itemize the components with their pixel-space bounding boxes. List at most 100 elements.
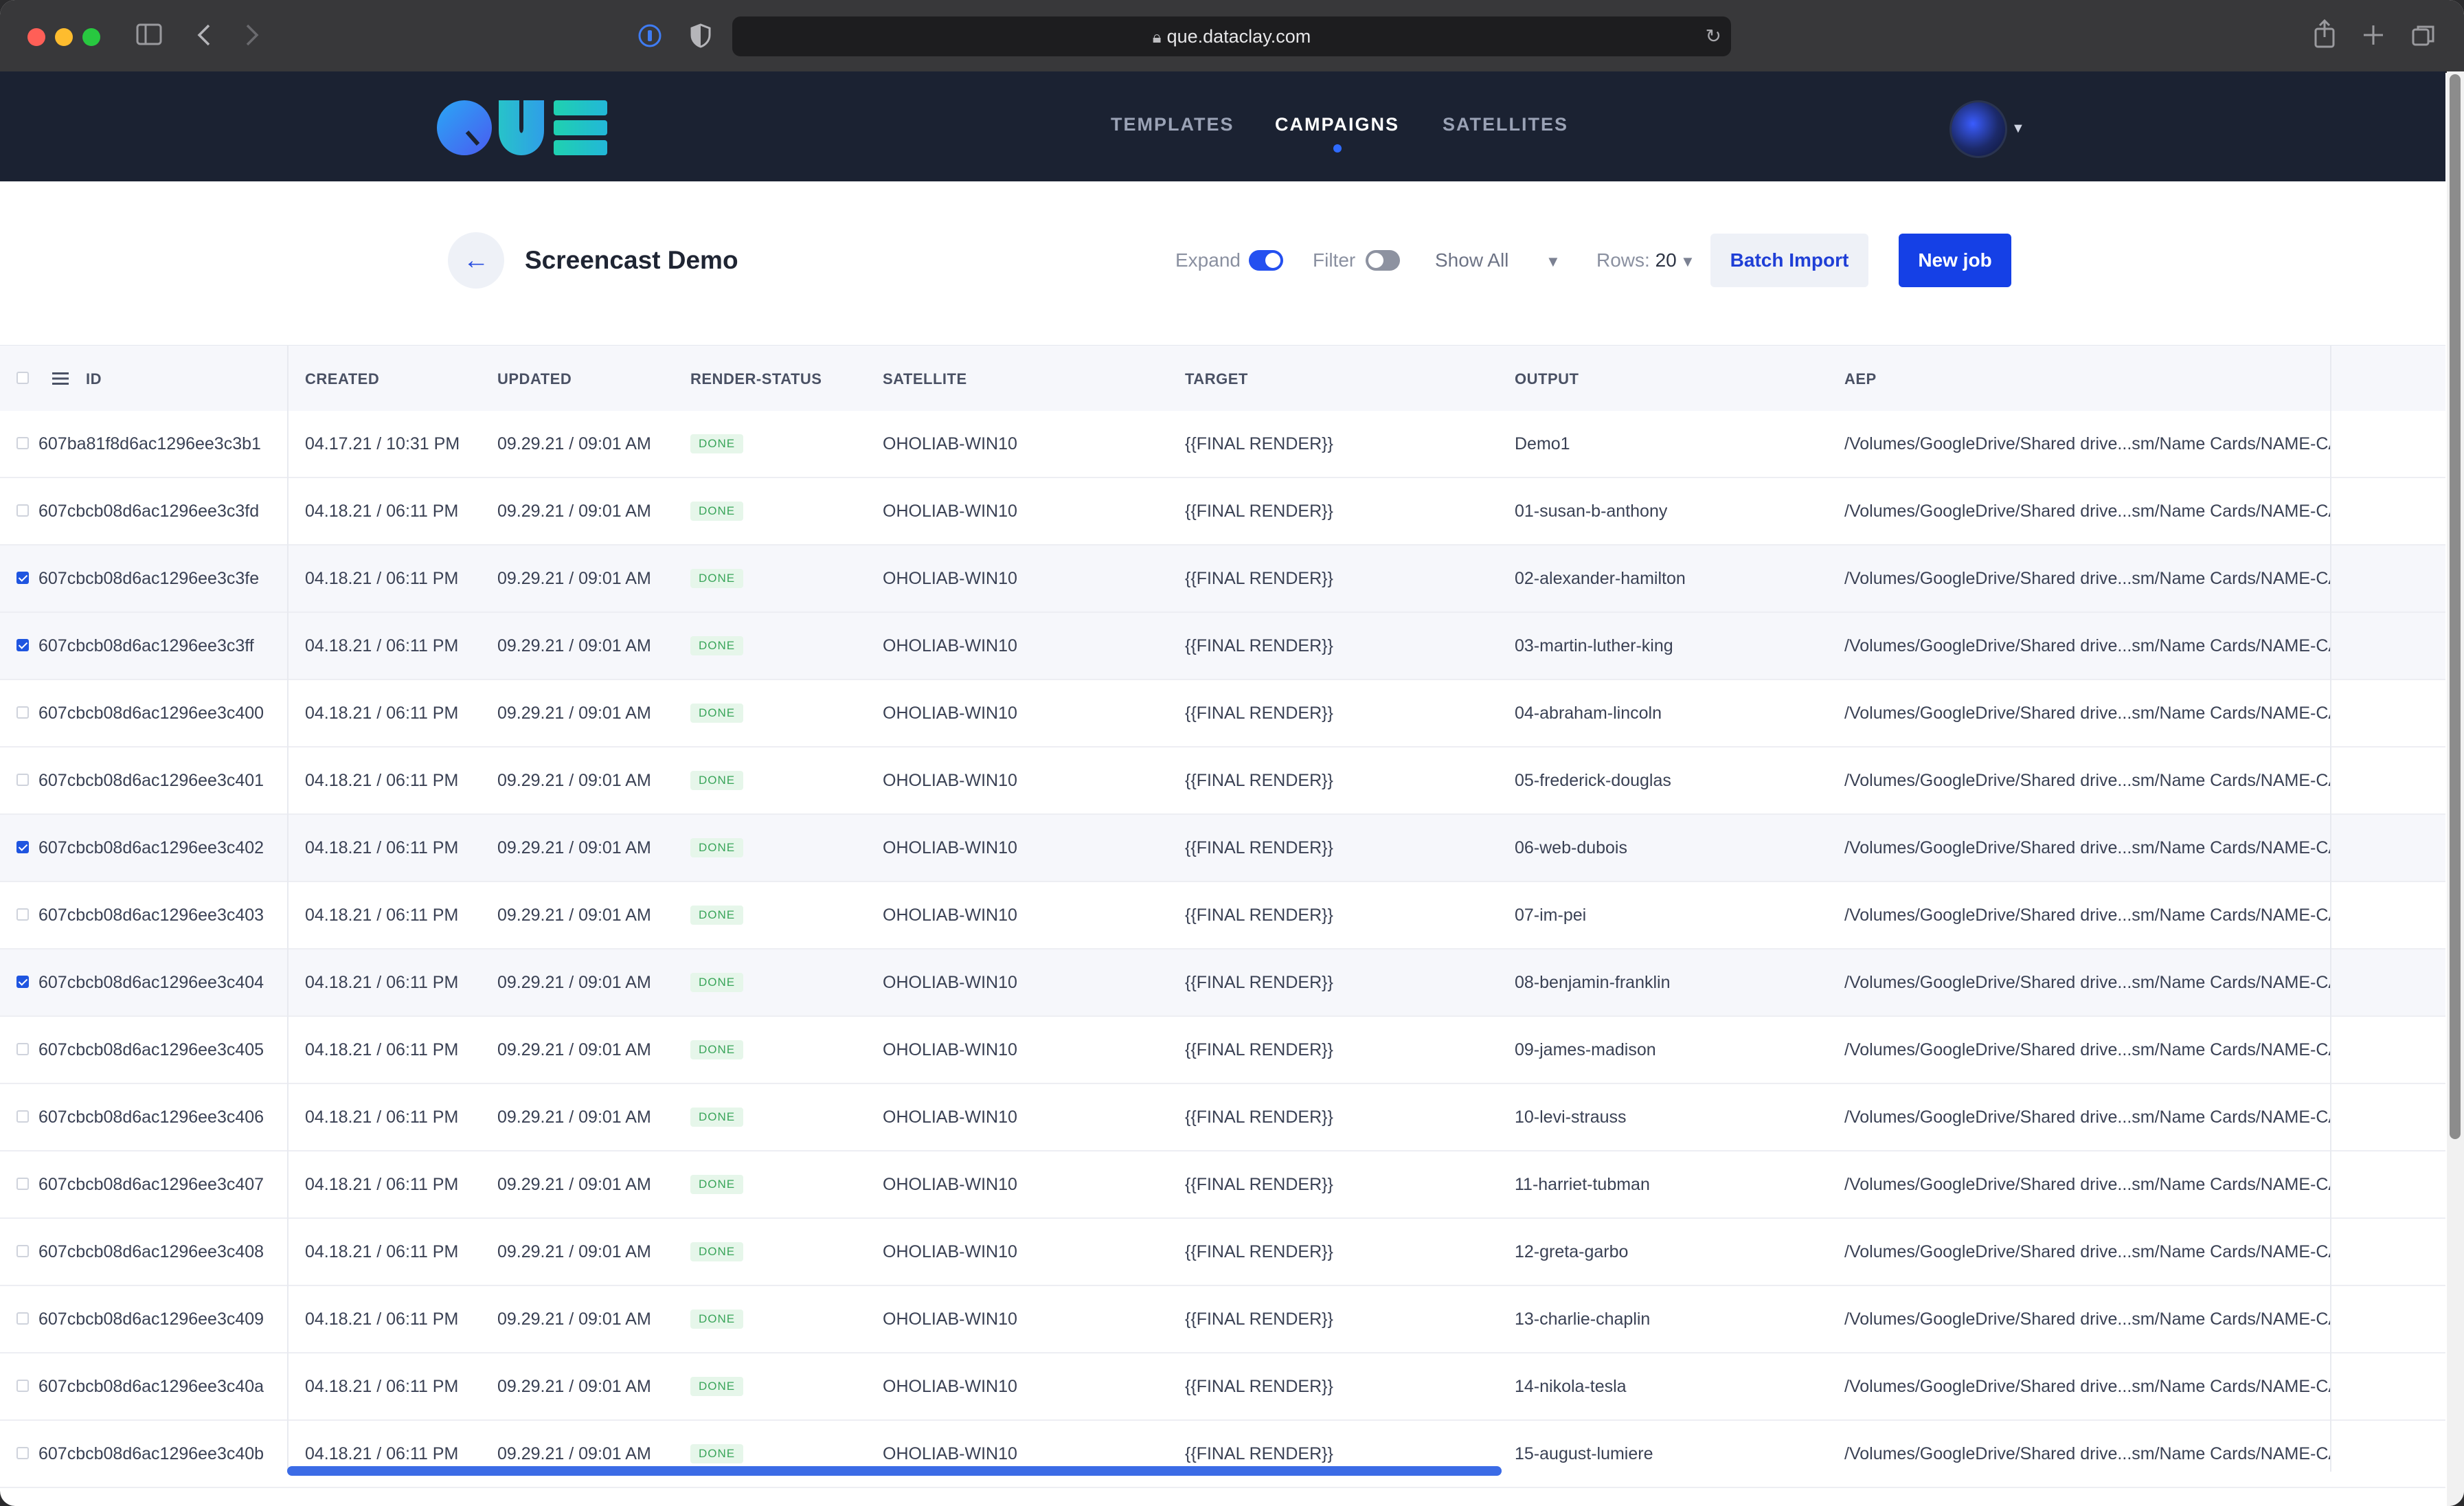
row-checkbox[interactable] [16, 1178, 29, 1190]
row-checkbox[interactable] [16, 1043, 29, 1055]
table-row[interactable]: 607ba81f8d6ac1296ee3c3b1 04.17.21 / 10:31… [0, 411, 2445, 478]
que-logo[interactable] [437, 99, 609, 157]
address-bar[interactable]: 🔒︎ que.dataclay.com ↻ [732, 16, 1731, 56]
nav-templates-label: TEMPLATES [1111, 114, 1234, 135]
row-checkbox[interactable] [16, 1380, 29, 1392]
row-checkbox[interactable] [16, 706, 29, 719]
sidebar-icon[interactable] [136, 23, 162, 45]
table-row[interactable]: 607cbcb08d6ac1296ee3c406 04.18.21 / 06:11… [0, 1084, 2445, 1151]
back-button[interactable]: ← [448, 232, 504, 289]
table-row[interactable]: 607cbcb08d6ac1296ee3c404 04.18.21 / 06:11… [0, 949, 2445, 1017]
nav-templates[interactable]: TEMPLATES [1111, 114, 1234, 135]
column-header-id[interactable]: ID [86, 370, 102, 388]
close-window-button[interactable] [27, 28, 45, 46]
rows-chevron-down-icon[interactable]: ▼ [1680, 253, 1695, 271]
table-row[interactable]: 607cbcb08d6ac1296ee3c405 04.18.21 / 06:11… [0, 1017, 2445, 1084]
table-row[interactable]: 607cbcb08d6ac1296ee3c402 04.18.21 / 06:11… [0, 815, 2445, 882]
table-row[interactable]: 607cbcb08d6ac1296ee3c409 04.18.21 / 06:11… [0, 1286, 2445, 1353]
status-badge: DONE [690, 1040, 744, 1059]
user-menu-caret-icon[interactable]: ▼ [2011, 121, 2025, 137]
cell-aep: /Volumes/GoogleDrive/Shared drive...sm/N… [1844, 636, 2330, 655]
vertical-scrollbar-thumb[interactable] [2450, 74, 2461, 1139]
new-job-button[interactable]: New job [1899, 234, 2011, 287]
show-select-chevron-down-icon[interactable]: ▼ [1546, 253, 1561, 271]
cell-output: 11-harriet-tubman [1515, 1175, 1650, 1194]
cell-target: {{FINAL RENDER}} [1185, 1377, 1333, 1396]
nav-campaigns[interactable]: CAMPAIGNS [1275, 114, 1400, 153]
column-header-output[interactable]: OUTPUT [1515, 370, 1579, 388]
batch-import-button[interactable]: Batch Import [1710, 234, 1868, 287]
cell-updated: 09.29.21 / 09:01 AM [497, 434, 651, 453]
cell-output: 02-alexander-hamilton [1515, 569, 1686, 588]
shield-icon[interactable] [690, 23, 712, 48]
horizontal-scrollbar[interactable] [287, 1466, 2330, 1477]
row-checkbox[interactable] [16, 1312, 29, 1325]
pinned-column-divider [287, 345, 289, 1472]
row-checkbox[interactable] [16, 976, 29, 988]
row-checkbox[interactable] [16, 504, 29, 517]
cell-satellite: OHOLIAB-WIN10 [883, 1242, 1017, 1261]
show-select[interactable]: Show All [1435, 249, 1508, 271]
horizontal-scrollbar-thumb[interactable] [287, 1466, 1502, 1476]
column-header-created[interactable]: CREATED [305, 370, 379, 388]
new-tab-icon[interactable] [2362, 23, 2385, 47]
row-checkbox[interactable] [16, 1245, 29, 1257]
table-row[interactable]: 607cbcb08d6ac1296ee3c403 04.18.21 / 06:11… [0, 882, 2445, 949]
filter-toggle[interactable] [1366, 250, 1400, 271]
cell-satellite: OHOLIAB-WIN10 [883, 1310, 1017, 1329]
column-header-render-status[interactable]: RENDER-STATUS [690, 370, 822, 388]
back-nav-icon[interactable] [196, 23, 212, 47]
table-row[interactable]: 607cbcb08d6ac1296ee3c408 04.18.21 / 06:11… [0, 1219, 2445, 1286]
reload-icon[interactable]: ↻ [1706, 16, 1721, 56]
forward-nav-icon[interactable] [245, 23, 260, 47]
row-checkbox[interactable] [16, 437, 29, 449]
vertical-scrollbar[interactable] [2447, 71, 2464, 1506]
rows-select[interactable]: Rows: 20 [1596, 249, 1677, 271]
cell-created: 04.18.21 / 06:11 PM [305, 1242, 459, 1261]
row-checkbox[interactable] [16, 1447, 29, 1459]
column-header-satellite[interactable]: SATELLITE [883, 370, 967, 388]
column-header-aep[interactable]: AEP [1844, 370, 1877, 388]
cell-updated: 09.29.21 / 09:01 AM [497, 1040, 651, 1059]
cell-updated: 09.29.21 / 09:01 AM [497, 1242, 651, 1261]
cell-id: 607cbcb08d6ac1296ee3c404 [38, 973, 264, 992]
row-checkbox[interactable] [16, 639, 29, 651]
expand-toggle[interactable] [1249, 250, 1283, 271]
table-row[interactable]: 607cbcb08d6ac1296ee3c401 04.18.21 / 06:11… [0, 748, 2445, 815]
minimize-window-button[interactable] [55, 28, 73, 46]
table-row[interactable]: 607cbcb08d6ac1296ee3c40a 04.18.21 / 06:11… [0, 1353, 2445, 1421]
password-manager-icon[interactable] [637, 23, 662, 48]
cell-id: 607cbcb08d6ac1296ee3c406 [38, 1108, 264, 1127]
table-row[interactable]: 607cbcb08d6ac1296ee3c400 04.18.21 / 06:11… [0, 680, 2445, 748]
select-all-checkbox[interactable] [16, 372, 29, 384]
share-icon[interactable] [2314, 19, 2336, 48]
cell-created: 04.18.21 / 06:11 PM [305, 704, 459, 723]
nav-satellites[interactable]: SATELLITES [1443, 114, 1568, 135]
cell-id: 607ba81f8d6ac1296ee3c3b1 [38, 434, 261, 453]
zoom-window-button[interactable] [82, 28, 100, 46]
table-row[interactable]: 607cbcb08d6ac1296ee3c40b 04.18.21 / 06:11… [0, 1421, 2445, 1488]
table-row[interactable]: 607cbcb08d6ac1296ee3c407 04.18.21 / 06:11… [0, 1151, 2445, 1219]
column-menu-icon[interactable] [52, 372, 69, 385]
cell-created: 04.18.21 / 06:11 PM [305, 502, 459, 521]
table-row[interactable]: 607cbcb08d6ac1296ee3c3ff 04.18.21 / 06:11… [0, 613, 2445, 680]
column-header-target[interactable]: TARGET [1185, 370, 1248, 388]
cell-created: 04.17.21 / 10:31 PM [305, 434, 460, 453]
row-checkbox[interactable] [16, 572, 29, 584]
table-row[interactable]: 607cbcb08d6ac1296ee3c3fd 04.18.21 / 06:11… [0, 478, 2445, 546]
cell-id: 607cbcb08d6ac1296ee3c3ff [38, 636, 254, 655]
cell-aep: /Volumes/GoogleDrive/Shared drive...sm/N… [1844, 1108, 2330, 1127]
tab-overview-icon[interactable] [2411, 23, 2436, 48]
cell-target: {{FINAL RENDER}} [1185, 1310, 1333, 1329]
column-header-updated[interactable]: UPDATED [497, 370, 572, 388]
row-checkbox[interactable] [16, 774, 29, 786]
row-checkbox[interactable] [16, 908, 29, 921]
user-avatar[interactable] [1949, 100, 2007, 158]
row-checkbox[interactable] [16, 841, 29, 853]
table-row[interactable]: 607cbcb08d6ac1296ee3c3fe 04.18.21 / 06:11… [0, 546, 2445, 613]
cell-created: 04.18.21 / 06:11 PM [305, 636, 459, 655]
row-checkbox[interactable] [16, 1110, 29, 1123]
cell-target: {{FINAL RENDER}} [1185, 906, 1333, 925]
nav-campaigns-label: CAMPAIGNS [1275, 114, 1400, 135]
cell-satellite: OHOLIAB-WIN10 [883, 1175, 1017, 1194]
